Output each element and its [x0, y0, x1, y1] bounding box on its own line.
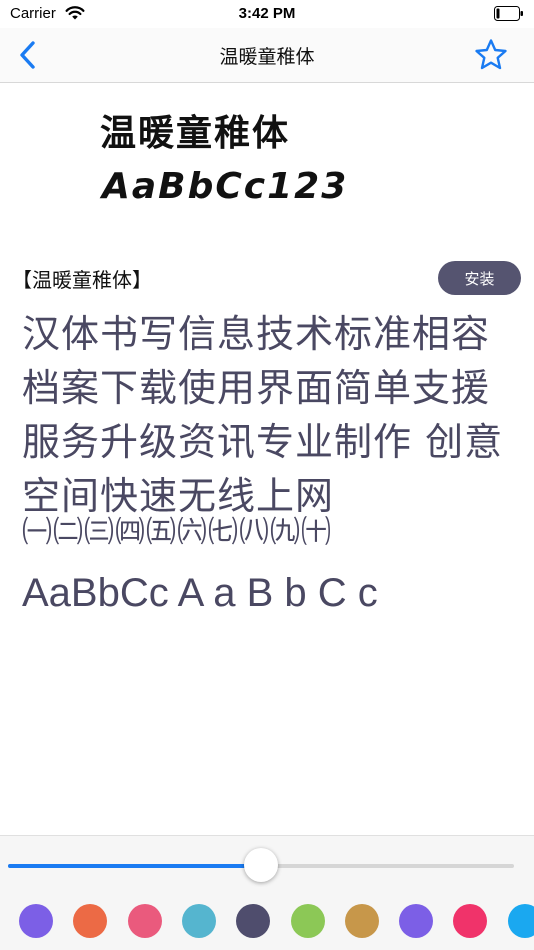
font-preview-image: 温暖童稚体 AaBbCc123 — [90, 100, 346, 215]
preview-sample: AaBbCc123 — [102, 166, 349, 207]
slider-thumb[interactable] — [244, 848, 278, 882]
color-swatch[interactable] — [453, 904, 487, 938]
color-swatch[interactable] — [236, 904, 270, 938]
bottom-controls — [0, 835, 534, 950]
preview-title: 温暖童稚体 — [100, 113, 291, 154]
color-swatch[interactable] — [399, 904, 433, 938]
page-title: 温暖童稚体 — [219, 46, 315, 68]
install-button[interactable]: 安装 — [438, 261, 521, 295]
navigation-bar: 温暖童稚体 — [0, 28, 534, 83]
color-swatch-row — [0, 904, 534, 940]
color-swatch[interactable] — [19, 904, 53, 938]
sample-numerals-text: ㈠㈡㈢㈣㈤㈥㈦㈧㈨㈩ — [22, 515, 332, 550]
color-swatch[interactable] — [291, 904, 325, 938]
font-name-label: 【温暖童稚体】 — [12, 268, 152, 292]
battery-icon — [494, 6, 523, 21]
color-swatch[interactable] — [128, 904, 162, 938]
favorite-button[interactable] — [472, 36, 510, 74]
clock: 3:42 PM — [238, 5, 296, 22]
status-bar: Carrier 3:42 PM — [0, 0, 534, 28]
sample-chinese-text: 汉体书写信息技术标准相容 档案下载使用界面简单支援服务升级资讯专业制作 创意空间… — [22, 312, 504, 518]
sample-latin-text: AaBbCc A a B b C c — [22, 571, 378, 615]
color-swatch[interactable] — [508, 904, 534, 938]
color-swatch[interactable] — [182, 904, 216, 938]
color-swatch[interactable] — [345, 904, 379, 938]
slider-fill — [8, 864, 261, 868]
star-outline-icon — [475, 39, 507, 70]
font-size-slider[interactable] — [8, 848, 514, 882]
color-swatch[interactable] — [73, 904, 107, 938]
